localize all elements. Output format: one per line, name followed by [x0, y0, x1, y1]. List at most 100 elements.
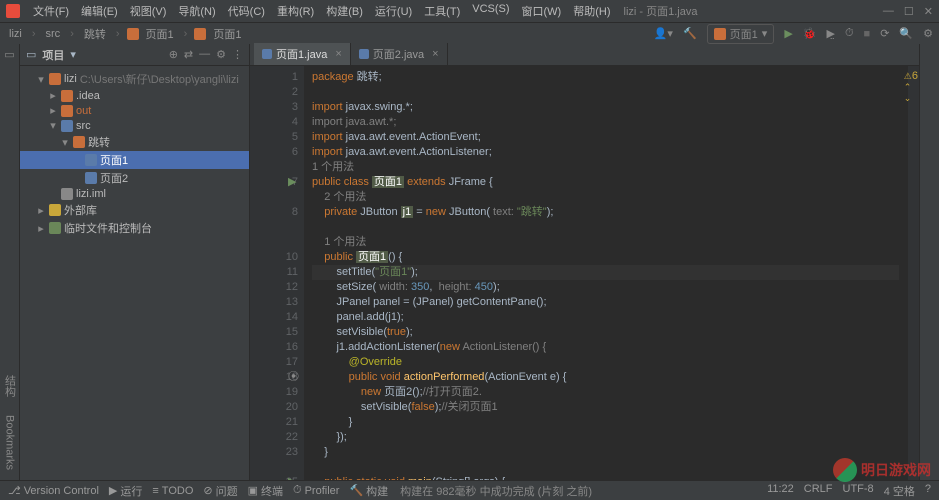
chevron-down-icon: ▾: [762, 27, 768, 40]
crumb-class[interactable]: 页面1: [210, 25, 244, 43]
title-bar: 文件(F) 编辑(E) 视图(V) 导航(N) 代码(C) 重构(R) 构建(B…: [0, 0, 939, 22]
collapse-icon[interactable]: —: [199, 48, 210, 61]
tab-label: 页面2.java: [373, 46, 424, 62]
project-tool-icon[interactable]: ▭: [4, 48, 14, 61]
src-folder-icon: [61, 120, 73, 132]
crumb-pkg[interactable]: 跳转: [81, 25, 109, 43]
bottom-tools: ⎇ Version Control ▶ 运行 ≡ TODO ⊘ 问题 ▣ 终端 …: [8, 483, 388, 499]
tree-file-2[interactable]: 页面2: [20, 169, 249, 187]
structure-tab[interactable]: 结构: [0, 371, 20, 401]
avd-icon[interactable]: ⟳: [880, 27, 889, 40]
tool-todo[interactable]: ≡ TODO: [152, 483, 193, 499]
folder-icon: [61, 90, 73, 102]
chevron-down-icon[interactable]: ▾: [70, 48, 76, 61]
crumb-file[interactable]: 页面1: [143, 25, 177, 43]
java-class-icon: [85, 172, 97, 184]
tool-run[interactable]: ▶ 运行: [109, 483, 142, 499]
run-gutter-icon[interactable]: ▶: [288, 475, 296, 480]
watermark-text: 明日游戏网: [861, 460, 931, 480]
error-stripe[interactable]: ⚠6 ⌃ ⌄: [907, 66, 919, 480]
tool-vcs[interactable]: ⎇ Version Control: [8, 483, 99, 499]
impl-gutter-icon[interactable]: ⦿: [288, 370, 299, 385]
debug-icon[interactable]: 🐞: [803, 27, 817, 40]
menu-view[interactable]: 视图(V): [125, 1, 172, 21]
caret-position[interactable]: 11:22: [767, 483, 794, 499]
gear-icon[interactable]: ⚙: [216, 48, 226, 61]
tree-root[interactable]: ▾lizi C:\Users\新仔\Desktop\yangli\lizi: [20, 70, 249, 88]
right-tool-strip: [919, 44, 939, 480]
run-class-icon: [714, 28, 726, 40]
tree-package[interactable]: ▾跳转: [20, 133, 249, 151]
menu-navigate[interactable]: 导航(N): [173, 1, 220, 21]
gutter[interactable]: 123456 7 ▶8 1011121314151617 18 ⦿1920212…: [250, 66, 304, 480]
menu-vcs[interactable]: VCS(S): [467, 1, 514, 21]
code-editor[interactable]: 123456 7 ▶8 1011121314151617 18 ⦿1920212…: [250, 66, 919, 480]
main-area: ▭ 结构 Bookmarks ▭ 项目 ▾ ⊕ ⇄ — ⚙ ⋮ ▾lizi C:…: [0, 44, 939, 480]
line-separator[interactable]: CRLF: [804, 483, 833, 499]
tree-external[interactable]: ▸外部库: [20, 201, 249, 219]
menu-help[interactable]: 帮助(H): [568, 1, 615, 21]
select-opened-icon[interactable]: ⊕: [169, 48, 178, 61]
maximize-icon[interactable]: ☐: [904, 5, 914, 18]
menu-edit[interactable]: 编辑(E): [76, 1, 123, 21]
close-icon[interactable]: ✕: [924, 5, 933, 18]
class-icon: [127, 28, 139, 40]
user-icon[interactable]: 👤▾: [654, 27, 673, 40]
bookmarks-tab[interactable]: Bookmarks: [2, 411, 18, 474]
expand-icon[interactable]: ⇄: [184, 48, 193, 61]
build-icon[interactable]: 🔨: [683, 27, 697, 40]
profiler-icon[interactable]: ⏱: [845, 27, 854, 40]
project-pane-header: ▭ 项目 ▾ ⊕ ⇄ — ⚙ ⋮: [20, 44, 249, 66]
editor-area: 页面1.java × 页面2.java × 123456 7 ▶8 10111213…: [250, 44, 919, 480]
tab-page1[interactable]: 页面1.java ×: [254, 43, 351, 65]
file-icon: [61, 188, 73, 200]
indent[interactable]: 4 空格: [884, 483, 915, 499]
run-config-label: 页面1: [730, 26, 758, 42]
tree-scratches[interactable]: ▸临时文件和控制台: [20, 219, 249, 237]
search-icon[interactable]: 🔍: [899, 27, 913, 40]
minimize-icon[interactable]: —: [883, 5, 894, 18]
crumb-src[interactable]: src: [43, 27, 64, 41]
main-menu: 文件(F) 编辑(E) 视图(V) 导航(N) 代码(C) 重构(R) 构建(B…: [28, 1, 616, 21]
java-file-icon: [359, 49, 369, 59]
code-lines[interactable]: package 跳转; import javax.swing.*; import…: [304, 66, 907, 480]
tree-idea[interactable]: ▸.idea: [20, 88, 249, 103]
tree-iml[interactable]: lizi.iml: [20, 187, 249, 201]
coverage-icon[interactable]: ▶̤: [826, 27, 834, 40]
settings-icon[interactable]: ⚙: [923, 27, 933, 40]
tab-label: 页面1.java: [276, 46, 327, 62]
menu-build[interactable]: 构建(B): [321, 1, 368, 21]
menu-file[interactable]: 文件(F): [28, 1, 74, 21]
left-tool-strip: ▭ 结构 Bookmarks: [0, 44, 20, 480]
stop-icon[interactable]: ■: [864, 28, 871, 40]
tool-terminal[interactable]: ▣ 终端: [248, 483, 283, 499]
project-pane: ▭ 项目 ▾ ⊕ ⇄ — ⚙ ⋮ ▾lizi C:\Users\新仔\Deskt…: [20, 44, 250, 480]
project-tree[interactable]: ▾lizi C:\Users\新仔\Desktop\yangli\lizi ▸.…: [20, 66, 249, 480]
menu-window[interactable]: 窗口(W): [517, 1, 567, 21]
warning-count[interactable]: ⚠6 ⌃ ⌄: [904, 70, 918, 104]
tool-problems[interactable]: ⊘ 问题: [203, 483, 237, 499]
menu-run[interactable]: 运行(U): [370, 1, 417, 21]
run-icon[interactable]: ▶: [784, 27, 792, 40]
menu-tools[interactable]: 工具(T): [419, 1, 465, 21]
tab-page2[interactable]: 页面2.java ×: [351, 43, 448, 65]
encoding[interactable]: UTF-8: [843, 483, 874, 499]
menu-refactor[interactable]: 重构(R): [272, 1, 319, 21]
memory-indicator[interactable]: ?: [925, 483, 931, 499]
crumb-root[interactable]: lizi: [6, 27, 25, 41]
app-logo-icon: [6, 4, 20, 18]
tool-build[interactable]: 🔨 构建: [349, 483, 388, 499]
tool-profiler[interactable]: ⏱ Profiler: [293, 483, 339, 499]
java-class-icon: [85, 154, 97, 166]
breadcrumb: lizi› src› 跳转› 页面1› 页面1: [6, 25, 244, 43]
menu-code[interactable]: 代码(C): [223, 1, 270, 21]
run-gutter-icon[interactable]: ▶: [288, 175, 296, 190]
tree-file-1[interactable]: 页面1: [20, 151, 249, 169]
hide-icon[interactable]: ⋮: [232, 48, 243, 61]
watermark: 明日游戏网: [833, 458, 931, 482]
close-tab-icon[interactable]: ×: [432, 48, 438, 60]
tree-src[interactable]: ▾src: [20, 118, 249, 133]
run-config-dropdown[interactable]: 页面1 ▾: [707, 24, 775, 44]
tree-out[interactable]: ▸out: [20, 103, 249, 118]
close-tab-icon[interactable]: ×: [335, 48, 341, 60]
